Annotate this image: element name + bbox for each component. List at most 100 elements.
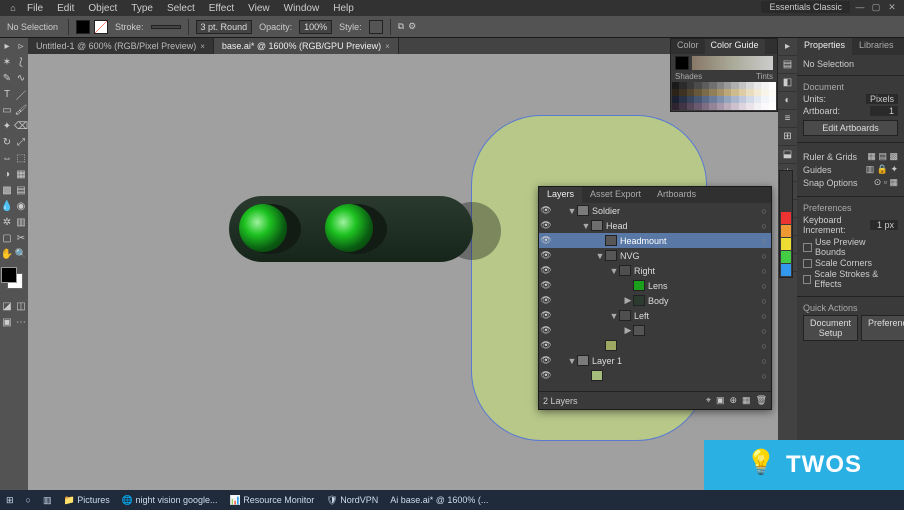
twirl-icon[interactable]: ▼ bbox=[567, 356, 577, 366]
twirl-icon[interactable]: ▼ bbox=[609, 311, 619, 321]
locate-object-icon[interactable]: ⌖ bbox=[706, 395, 711, 406]
pen-tool[interactable]: ✎ bbox=[0, 70, 14, 86]
taskbar-app[interactable]: 🌐 night vision google... bbox=[116, 495, 224, 506]
transparency-grid-icon[interactable]: ▩ bbox=[889, 151, 898, 161]
layer-name[interactable]: Lens bbox=[648, 281, 757, 291]
snap-pixel-icon[interactable]: ▫ bbox=[884, 177, 887, 187]
preferences-button[interactable]: Preferences bbox=[861, 315, 904, 341]
harmony-row[interactable] bbox=[692, 56, 773, 70]
menu-effect[interactable]: Effect bbox=[202, 3, 241, 14]
lasso-tool[interactable]: ⟅ bbox=[14, 54, 28, 70]
menu-file[interactable]: File bbox=[20, 3, 50, 14]
preferences-icon[interactable]: ⚙ bbox=[408, 21, 416, 32]
layer-row[interactable]: 👁Lens○ bbox=[539, 278, 771, 293]
twirl-icon[interactable]: ▼ bbox=[595, 251, 605, 261]
free-transform-tool[interactable]: ⬚ bbox=[14, 150, 28, 166]
visibility-icon[interactable]: 👁 bbox=[539, 220, 553, 231]
workspace-switcher[interactable]: Essentials Classic bbox=[761, 1, 850, 13]
paintbrush-tool[interactable]: 🖌 bbox=[14, 102, 28, 118]
twirl-icon[interactable]: ▶ bbox=[623, 295, 633, 306]
eraser-tool[interactable]: ⌫ bbox=[14, 118, 28, 134]
tab-properties[interactable]: Properties bbox=[797, 38, 852, 55]
search-icon[interactable]: ○ bbox=[20, 495, 37, 505]
guides-lock-icon[interactable]: 🔒 bbox=[877, 164, 888, 174]
target-icon[interactable]: ○ bbox=[757, 371, 771, 381]
draw-behind-icon[interactable]: ◫ bbox=[14, 298, 28, 314]
keyboard-increment-field[interactable]: 1 px bbox=[870, 220, 898, 230]
layer-row[interactable]: 👁▶○ bbox=[539, 323, 771, 338]
document-tab[interactable]: base.ai* @ 1600% (RGB/GPU Preview)× bbox=[214, 38, 399, 54]
use-preview-bounds-checkbox[interactable]: Use Preview Bounds bbox=[803, 237, 898, 257]
visibility-icon[interactable]: 👁 bbox=[539, 250, 553, 261]
screen-mode-icon[interactable]: ▣ bbox=[0, 314, 14, 330]
document-setup-icon[interactable]: ⧉ bbox=[398, 21, 404, 32]
layer-row[interactable]: 👁○ bbox=[539, 368, 771, 383]
swatch[interactable] bbox=[781, 264, 791, 276]
shape-builder-tool[interactable]: ◑ bbox=[0, 166, 14, 182]
scale-strokes-checkbox[interactable]: Scale Strokes & Effects bbox=[803, 269, 898, 289]
dock-icon[interactable]: ▸ bbox=[778, 38, 797, 56]
target-icon[interactable]: ○ bbox=[757, 311, 771, 321]
target-icon[interactable]: ○ bbox=[757, 356, 771, 366]
zoom-tool[interactable]: 🔍 bbox=[14, 246, 28, 262]
guides-show-icon[interactable]: ▥ bbox=[866, 164, 875, 174]
opacity-field[interactable]: 100% bbox=[299, 20, 332, 34]
swatch[interactable] bbox=[781, 225, 791, 237]
layer-row[interactable]: 👁▼Right○ bbox=[539, 263, 771, 278]
make-clipping-mask-icon[interactable]: ▣ bbox=[716, 395, 725, 406]
target-icon[interactable]: ○ bbox=[757, 251, 771, 261]
menu-help[interactable]: Help bbox=[326, 3, 361, 14]
column-graph-tool[interactable]: ▥ bbox=[14, 214, 28, 230]
eyedropper-tool[interactable]: 💧 bbox=[0, 198, 14, 214]
dock-icon[interactable]: ≡ bbox=[778, 110, 797, 128]
start-icon[interactable]: ⊞ bbox=[0, 495, 20, 506]
twirl-icon[interactable]: ▶ bbox=[623, 325, 633, 336]
layer-row[interactable]: 👁▼NVG○ bbox=[539, 248, 771, 263]
visibility-icon[interactable]: 👁 bbox=[539, 295, 553, 306]
layer-row[interactable]: 👁Headmount○ bbox=[539, 233, 771, 248]
dock-icon[interactable]: ⊞ bbox=[778, 128, 797, 146]
ruler-icon[interactable]: ▦ bbox=[867, 151, 876, 161]
visibility-icon[interactable]: 👁 bbox=[539, 355, 553, 366]
snap-point-icon[interactable]: ⊙ bbox=[874, 177, 882, 187]
visibility-icon[interactable]: 👁 bbox=[539, 325, 553, 336]
tab-artboards[interactable]: Artboards bbox=[649, 187, 704, 203]
current-color-swatch[interactable] bbox=[675, 56, 689, 70]
graphic-style-swatch[interactable] bbox=[369, 20, 383, 34]
delete-layer-icon[interactable]: 🗑 bbox=[756, 395, 767, 406]
gradient-tool[interactable]: ▤ bbox=[14, 182, 28, 198]
color-harmony-grid[interactable] bbox=[671, 81, 777, 111]
rectangle-tool[interactable]: ▭ bbox=[0, 102, 14, 118]
swatch[interactable] bbox=[781, 251, 791, 263]
edit-artboards-button[interactable]: Edit Artboards bbox=[803, 120, 898, 136]
minimize-icon[interactable]: — bbox=[852, 0, 868, 14]
layers-panel[interactable]: Layers Asset Export Artboards 👁▼Soldier○… bbox=[538, 186, 772, 410]
swatch[interactable] bbox=[781, 238, 791, 250]
tab-layers[interactable]: Layers bbox=[539, 187, 582, 203]
stroke-weight-field[interactable] bbox=[151, 25, 181, 29]
brush-definition-field[interactable]: 3 pt. Round bbox=[196, 20, 253, 34]
slice-tool[interactable]: ✂ bbox=[14, 230, 28, 246]
shaper-tool[interactable]: ✦ bbox=[0, 118, 14, 134]
selection-tool[interactable]: ▸ bbox=[0, 38, 14, 54]
dock-icon[interactable]: ◧ bbox=[778, 74, 797, 92]
scale-corners-checkbox[interactable]: Scale Corners bbox=[803, 258, 898, 268]
home-icon[interactable]: ⌂ bbox=[6, 3, 20, 13]
target-icon[interactable]: ○ bbox=[757, 221, 771, 231]
menu-type[interactable]: Type bbox=[124, 3, 160, 14]
taskbar-app[interactable]: 🛡 NordVPN bbox=[320, 495, 384, 506]
layer-row[interactable]: 👁▼Soldier○ bbox=[539, 203, 771, 218]
layer-name[interactable]: Head bbox=[606, 221, 757, 231]
menu-window[interactable]: Window bbox=[277, 3, 327, 14]
target-icon[interactable]: ○ bbox=[757, 281, 771, 291]
maximize-icon[interactable]: ▢ bbox=[868, 0, 884, 14]
mesh-tool[interactable]: ▩ bbox=[0, 182, 14, 198]
tab-libraries[interactable]: Libraries bbox=[852, 38, 901, 55]
twirl-icon[interactable]: ▼ bbox=[567, 206, 577, 216]
line-tool[interactable]: ／ bbox=[14, 86, 28, 102]
layer-row[interactable]: 👁▼Layer 1○ bbox=[539, 353, 771, 368]
rotate-tool[interactable]: ↻ bbox=[0, 134, 14, 150]
tab-color-guide[interactable]: Color Guide bbox=[705, 39, 765, 54]
visibility-icon[interactable]: 👁 bbox=[539, 205, 553, 216]
magic-wand-tool[interactable]: ✶ bbox=[0, 54, 14, 70]
